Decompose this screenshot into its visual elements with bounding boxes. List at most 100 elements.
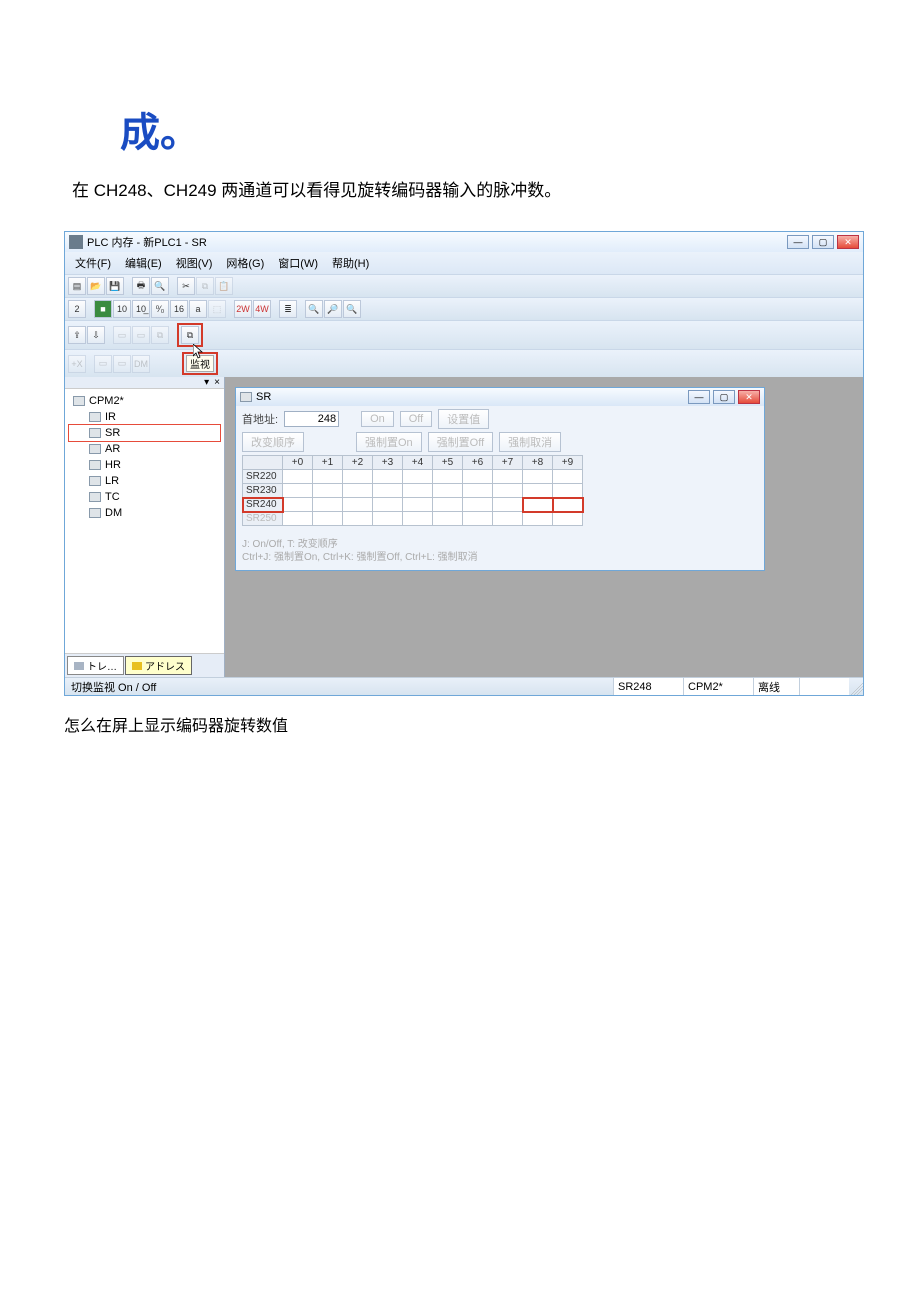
force-cancel-button[interactable]: 强制取消 (499, 432, 561, 452)
memory-icon (89, 460, 101, 470)
print-button[interactable]: 🖶 (132, 277, 150, 295)
maximize-button[interactable]: ▢ (812, 235, 834, 249)
toolbar-format: 2 ■ 10 10̲ ⁰⁄₀ 16 a ⬚ 2W 4W ≣ 🔍 🔎 🔍 (65, 297, 863, 320)
menu-help[interactable]: 帮助(H) (326, 254, 375, 272)
save-button[interactable]: 💾 (106, 277, 124, 295)
off-button[interactable]: Off (400, 411, 432, 427)
fmt-btn-6[interactable]: a (189, 300, 207, 318)
set-value-button[interactable]: 设置值 (438, 409, 489, 429)
force-off-button[interactable]: 强制置Off (428, 432, 493, 452)
inner-close-button[interactable]: ✕ (738, 390, 760, 404)
tree-item-hr[interactable]: HR (69, 457, 220, 473)
menu-grid[interactable]: 网格(G) (220, 254, 270, 272)
monitor-icon-button[interactable]: ⧉ (181, 326, 199, 344)
tree-root[interactable]: CPM2* (69, 393, 220, 409)
sidebar-header: ▾ × (65, 377, 224, 389)
tb4-btn-2[interactable]: ▭ (113, 355, 131, 373)
grid-cell-highlight[interactable] (523, 498, 553, 512)
col-header: +9 (553, 456, 583, 470)
col-header: +4 (403, 456, 433, 470)
copy-button[interactable]: ⧉ (196, 277, 214, 295)
tree-item-dm[interactable]: DM (69, 505, 220, 521)
grid-corner (243, 456, 283, 470)
fmt-btn-1[interactable]: ■ (94, 300, 112, 318)
zoom-button[interactable]: 🔍 (305, 300, 323, 318)
preview-button[interactable]: 🔍 (151, 277, 169, 295)
grid-row[interactable]: SR250 (243, 512, 583, 526)
fmt-btn-0[interactable]: 2 (68, 300, 86, 318)
toolbar-main: ▤ 📂 💾 🖶 🔍 ✂ ⧉ 📋 (65, 274, 863, 297)
main-window: PLC 内存 - 新PLC1 - SR — ▢ ✕ 文件(F) 编辑(E) 视图… (64, 231, 864, 696)
status-plc: CPM2* (683, 678, 753, 695)
memory-grid[interactable]: +0 +1 +2 +3 +4 +5 +6 +7 +8 +9 (242, 455, 583, 526)
inner-minimize-button[interactable]: — (688, 390, 710, 404)
col-header: +3 (373, 456, 403, 470)
grid-row[interactable]: SR230 (243, 484, 583, 498)
cut-button[interactable]: ✂ (177, 277, 195, 295)
memory-icon (89, 412, 101, 422)
new-button[interactable]: ▤ (68, 277, 86, 295)
tree-item-label: SR (105, 427, 120, 439)
status-message: 切换监视 On / Off (65, 679, 613, 695)
tree-item-lr[interactable]: LR (69, 473, 220, 489)
sidebar-dropdown-icon[interactable]: ▾ (202, 377, 211, 388)
grid-cell-highlight[interactable] (553, 498, 583, 512)
tb4-btn-1[interactable]: ▭ (94, 355, 112, 373)
menu-view[interactable]: 视图(V) (170, 254, 219, 272)
fmt-btn-3[interactable]: 10̲ (132, 300, 150, 318)
grid-row-highlight[interactable]: SR240 (243, 498, 583, 512)
monitor-tooltip: 监视 (186, 355, 214, 372)
tree-item-ir[interactable]: IR (69, 409, 220, 425)
open-button[interactable]: 📂 (87, 277, 105, 295)
change-order-button[interactable]: 改变顺序 (242, 432, 304, 452)
paste-button[interactable]: 📋 (215, 277, 233, 295)
download-button[interactable]: ⇩ (87, 326, 105, 344)
close-button[interactable]: ✕ (837, 235, 859, 249)
workspace: ▾ × CPM2* IR SR (65, 377, 863, 677)
menu-file[interactable]: 文件(F) (69, 254, 117, 272)
row-header: SR220 (243, 470, 283, 484)
fmt-btn-9[interactable]: 4W (253, 300, 271, 318)
toolbar-transfer: ⇪ ⇩ ▭ ▭ ⧉ ⧉ (65, 320, 863, 349)
tree-item-sr[interactable]: SR (69, 425, 220, 441)
inner-maximize-button[interactable]: ▢ (713, 390, 735, 404)
tb4-btn-0[interactable]: +X (68, 355, 86, 373)
fmt-btn-4[interactable]: ⁰⁄₀ (151, 300, 169, 318)
hint-line-2: Ctrl+J: 强制置On, Ctrl+K: 强制置Off, Ctrl+L: 强… (242, 551, 758, 564)
on-button[interactable]: On (361, 411, 394, 427)
zoom-out-button[interactable]: 🔍 (343, 300, 361, 318)
resize-grip[interactable] (849, 678, 863, 695)
tree-item-ar[interactable]: AR (69, 441, 220, 457)
fmt-btn-2[interactable]: 10 (113, 300, 131, 318)
zoom-in-button[interactable]: 🔎 (324, 300, 342, 318)
menu-window[interactable]: 窗口(W) (272, 254, 324, 272)
tree-item-label: AR (105, 443, 120, 455)
fmt-btn-5[interactable]: 16 (170, 300, 188, 318)
side-tab-address[interactable]: アドレス (125, 656, 192, 675)
force-on-button[interactable]: 强制置On (356, 432, 422, 452)
tree-item-tc[interactable]: TC (69, 489, 220, 505)
menu-edit[interactable]: 编辑(E) (119, 254, 168, 272)
col-header: +0 (283, 456, 313, 470)
tb3-btn-3[interactable]: ▭ (132, 326, 150, 344)
sidebar-close-icon[interactable]: × (212, 377, 222, 388)
grid-row[interactable]: SR220 (243, 470, 583, 484)
upload-button[interactable]: ⇪ (68, 326, 86, 344)
tb3-btn-2[interactable]: ▭ (113, 326, 131, 344)
tab-icon (132, 662, 142, 670)
row-header: SR230 (243, 484, 283, 498)
first-address-input[interactable] (284, 411, 339, 427)
tb4-btn-3[interactable]: DM (132, 355, 150, 373)
side-tab-trace[interactable]: トレ… (67, 656, 124, 675)
fmt-btn-8[interactable]: 2W (234, 300, 252, 318)
tb3-btn-4[interactable]: ⧉ (151, 326, 169, 344)
inner-body: 首地址: On Off 设置值 改变顺序 强制置On 强制置Off (236, 406, 764, 570)
description-text: 在 CH248、CH249 两通道可以看得见旋转编码器输入的脉冲数。 (72, 176, 860, 201)
hint-line-1: J: On/Off, T: 改变顺序 (242, 538, 758, 551)
sidebar-tabs: トレ… アドレス (65, 653, 224, 677)
fmt-btn-10[interactable]: ≣ (279, 300, 297, 318)
memory-window: SR — ▢ ✕ 首地址: On Off (235, 387, 765, 571)
minimize-button[interactable]: — (787, 235, 809, 249)
fmt-btn-7[interactable]: ⬚ (208, 300, 226, 318)
menubar: 文件(F) 编辑(E) 视图(V) 网格(G) 窗口(W) 帮助(H) (65, 252, 863, 274)
